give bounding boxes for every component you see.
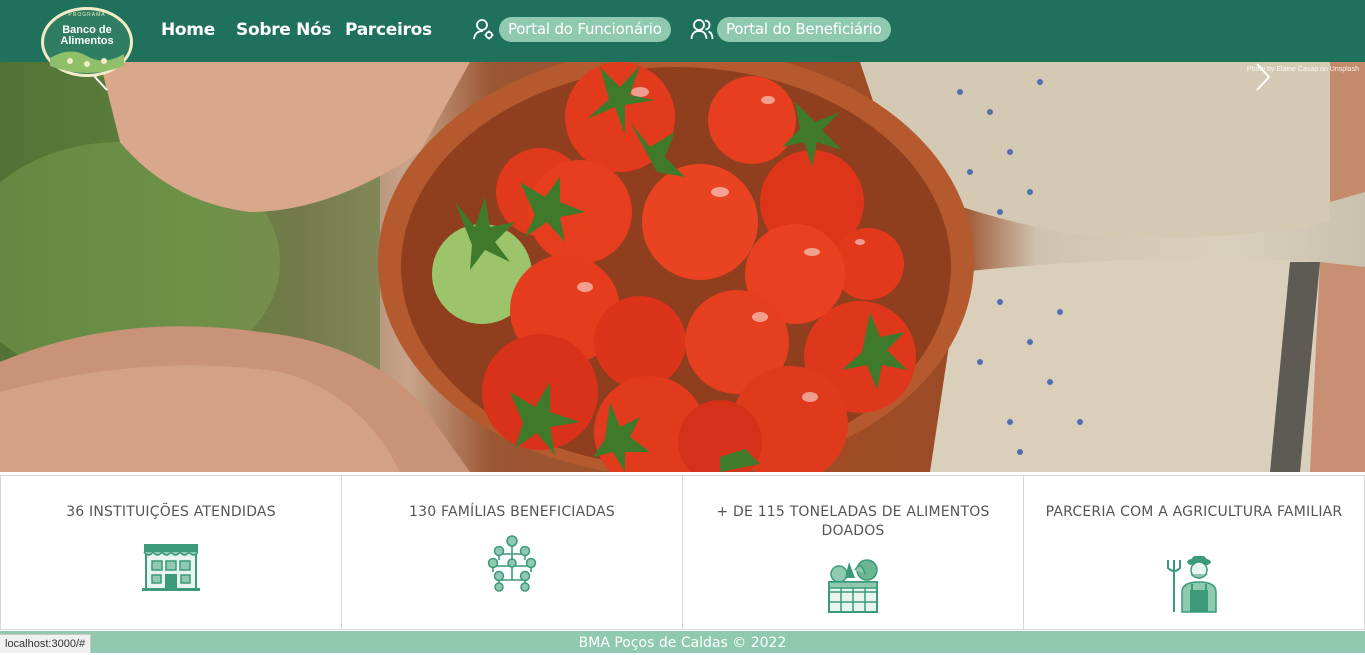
stat-card-instituicoes: 36 INSTITUIÇÕES ATENDIDAS (0, 475, 341, 630)
logo-top-text: PROGRAMA (68, 12, 106, 18)
stat-card-agricultura: PARCERIA COM A AGRICULTURA FAMILIAR (1023, 475, 1365, 630)
building-icon (142, 544, 200, 591)
portal-beneficiario-link[interactable]: Portal do Beneficiário (690, 16, 891, 42)
banco-de-alimentos-logo[interactable]: PROGRAMA Banco de Alimentos (40, 6, 134, 78)
portal-funcionario-link[interactable]: Portal do Funcionário (472, 16, 671, 42)
farmer-icon (1167, 556, 1217, 613)
users-icon (690, 19, 714, 40)
portal-beneficiario-label: Portal do Beneficiário (717, 16, 891, 42)
stat-title: 130 FAMÍLIAS BENEFICIADAS (409, 504, 615, 520)
nav-sobre-nos[interactable]: Sobre Nós (236, 20, 332, 40)
logo-line-2: Alimentos (60, 35, 114, 47)
footer: BMA Poços de Caldas © 2022 (0, 631, 1365, 653)
stat-card-toneladas: + DE 115 TONELADAS DE ALIMENTOS DOADOS (682, 475, 1023, 630)
stat-title: PARCERIA COM A AGRICULTURA FAMILIAR (1045, 504, 1343, 520)
footer-copyright: BMA Poços de Caldas © 2022 (578, 635, 787, 651)
family-tree-icon (487, 535, 537, 592)
chevron-right-icon[interactable] (1252, 62, 1274, 92)
nav-parceiros[interactable]: Parceiros (345, 20, 432, 40)
stat-title: + DE 115 TONELADAS DE ALIMENTOS DOADOS (716, 504, 990, 539)
logo-title: Banco de Alimentos (40, 25, 134, 47)
portal-funcionario-label: Portal do Funcionário (499, 16, 671, 42)
stat-card-familias: 130 FAMÍLIAS BENEFICIADAS (341, 475, 682, 630)
nav-home[interactable]: Home (161, 20, 215, 40)
vegetable-crate-icon (828, 559, 878, 613)
user-gear-icon (473, 19, 494, 40)
stat-title: 36 INSTITUIÇÕES ATENDIDAS (66, 504, 276, 520)
top-navbar: PROGRAMA Banco de Alimentos Home Sobre N… (0, 0, 1365, 77)
browser-status-url: localhost:3000/# (0, 634, 92, 653)
stats-section: 36 INSTITUIÇÕES ATENDIDAS 130 FAMÍLIAS B… (0, 475, 1365, 630)
hero-carousel: Photo by Elaine Casap on Unsplash (0, 62, 1365, 472)
hero-image-tomatoes (0, 62, 1365, 472)
